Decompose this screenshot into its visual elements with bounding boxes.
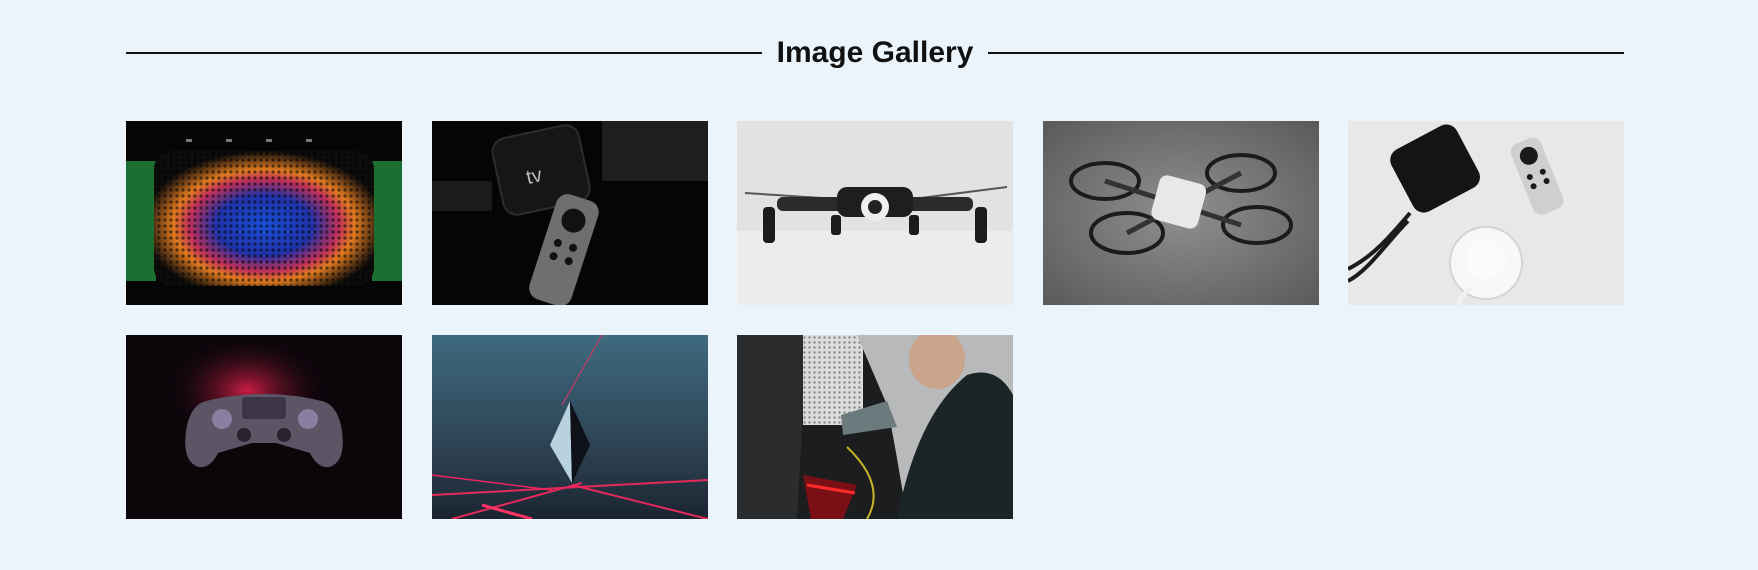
gallery-image-drone-grey[interactable] — [1043, 121, 1319, 305]
gallery-image-drone[interactable] — [737, 121, 1013, 305]
gallery-image-homepod[interactable] — [1348, 121, 1624, 305]
gallery-image-crystal[interactable] — [432, 335, 708, 519]
gallery-header: Image Gallery — [126, 30, 1624, 76]
gallery-image-controller[interactable] — [126, 335, 402, 519]
gallery-title: Image Gallery — [776, 36, 974, 69]
header-line-left — [126, 52, 762, 54]
gallery-image-apple-tv[interactable]: tv — [432, 121, 708, 305]
gallery-image-speaker[interactable] — [126, 121, 402, 305]
gallery-image-ev-charging[interactable] — [737, 335, 1013, 519]
header-line-right — [988, 52, 1624, 54]
